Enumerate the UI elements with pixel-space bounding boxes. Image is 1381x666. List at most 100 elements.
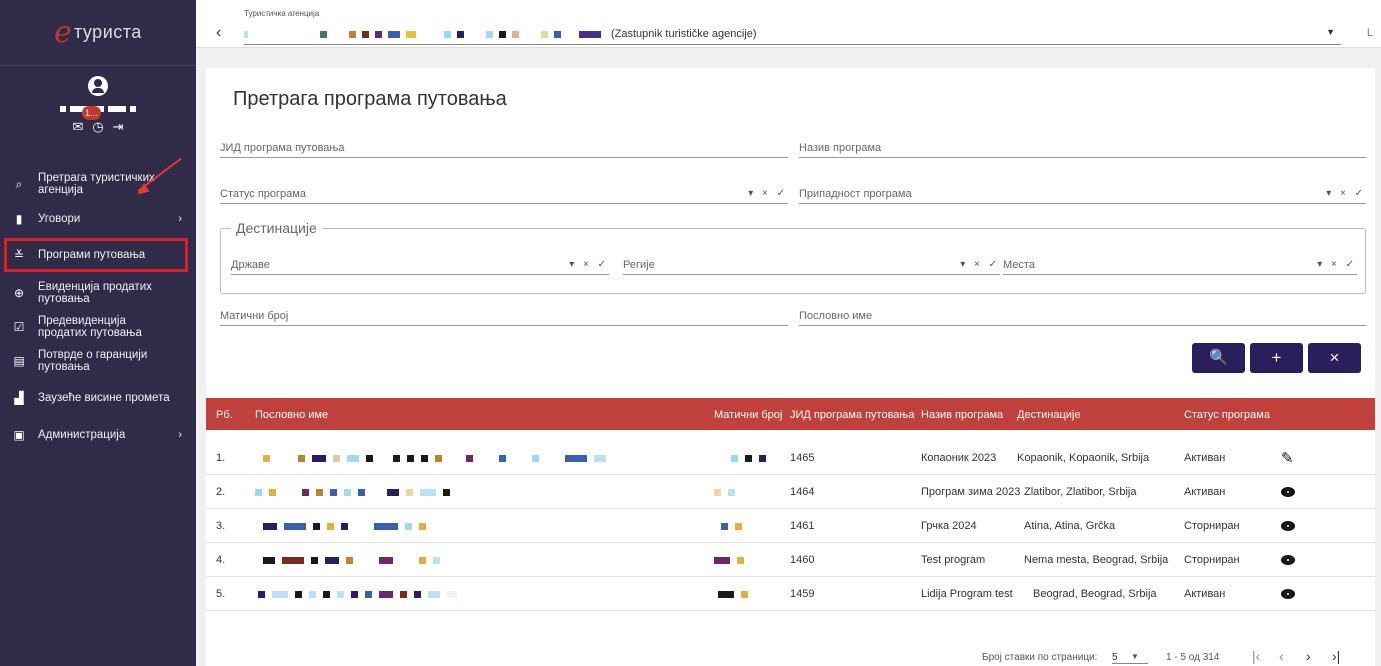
- jid-cell: 1464: [790, 486, 815, 498]
- col-header-status[interactable]: Статус програма: [1184, 409, 1270, 421]
- page-title: Претрага програма путовања: [233, 88, 507, 110]
- col-header-business-name[interactable]: Пословно име: [255, 409, 328, 421]
- select-controls[interactable]: ▾ × ✓: [1317, 259, 1357, 270]
- table-row[interactable]: 1. 1465 Копаоник 2023 Kopaonik, Kopaonik…: [206, 441, 1375, 475]
- row-number: 1.: [216, 452, 226, 464]
- ledger-icon: ⊕: [13, 286, 25, 300]
- countries-select[interactable]: Државе ▾ × ✓: [231, 253, 609, 275]
- add-button[interactable]: +: [1250, 343, 1303, 373]
- checkbox-icon: ☑: [13, 320, 25, 334]
- status-select-label: Статус програма: [220, 188, 306, 200]
- business-name-redacted: [263, 455, 606, 462]
- status-cell: Сторниран: [1184, 520, 1240, 532]
- user-panel: 1... ✉ ◷ ⇥: [0, 66, 196, 158]
- sidebar-item-travel-programs[interactable]: ≚ Програми путовања: [4, 238, 188, 272]
- sidebar-item-contracts[interactable]: ▮ Уговори ›: [0, 204, 196, 234]
- prev-page-icon[interactable]: ‹: [1279, 648, 1284, 664]
- logo[interactable]: e туриста: [0, 0, 196, 66]
- agency-role: (Zastupnik turističke agencije): [611, 28, 757, 40]
- jid-cell: 1460: [790, 554, 815, 566]
- business-name-redacted: [263, 523, 426, 530]
- view-eye-icon[interactable]: [1281, 487, 1295, 497]
- sidebar: e туриста 1... ✉ ◷ ⇥ ⌕ Претрага туристич…: [0, 0, 196, 666]
- status-cell: Сторниран: [1184, 554, 1240, 566]
- sidebar-item-label: Програми путовања: [38, 249, 146, 261]
- jid-field[interactable]: ЈИД програма путовања: [220, 136, 788, 158]
- logout-icon[interactable]: ⇥: [110, 120, 126, 134]
- last-page-icon[interactable]: ›|: [1332, 648, 1340, 664]
- sidebar-item-sold-trips[interactable]: ⊕ Евиденција продатих путовања: [0, 276, 196, 310]
- view-eye-icon[interactable]: [1281, 521, 1295, 531]
- notification-badge: 1...: [82, 106, 101, 120]
- table-row[interactable]: 2. 1464 Програм зима 2023 Zlatibor, Zlat…: [206, 475, 1375, 509]
- logo-mark: e: [54, 15, 72, 50]
- reg-number-redacted: [714, 557, 744, 564]
- history-icon[interactable]: ◷: [90, 120, 106, 134]
- business-name-redacted: [263, 557, 440, 564]
- countries-label: Државе: [231, 259, 270, 271]
- per-page-select[interactable]: 5: [1112, 652, 1148, 664]
- places-label: Места: [1003, 259, 1035, 271]
- main-panel: Претрага програма путовања ЈИД програма …: [206, 68, 1375, 666]
- destinations-cell: Beograd, Beograd, Srbija: [1033, 588, 1157, 600]
- clear-button[interactable]: ×: [1308, 343, 1361, 373]
- sidebar-item-label: Предевиденција продатих путовања: [38, 315, 142, 339]
- col-header-program-name[interactable]: Назив програма: [921, 409, 1003, 421]
- jid-field-label: ЈИД програма путовања: [220, 142, 345, 154]
- dropdown-arrow-icon[interactable]: ▼: [1326, 27, 1335, 37]
- chevron-left-icon[interactable]: ‹: [216, 24, 221, 42]
- jid-cell: 1465: [790, 452, 815, 464]
- chevron-right-icon: ›: [178, 213, 182, 225]
- program-name-cell: Грчка 2024: [921, 520, 977, 532]
- business-name-field[interactable]: Пословно име: [799, 304, 1366, 326]
- select-controls[interactable]: ▾ × ✓: [748, 188, 788, 199]
- status-select[interactable]: Статус програма ▾ × ✓: [220, 182, 788, 204]
- destinations-cell: Atina, Atina, Grčka: [1024, 520, 1116, 532]
- col-header-reg-number[interactable]: Матични број: [714, 409, 782, 421]
- sidebar-item-administration[interactable]: ▣ Администрација ›: [0, 418, 196, 452]
- col-header-jid[interactable]: ЈИД програма путовања: [790, 409, 914, 421]
- next-page-icon[interactable]: ›: [1306, 648, 1311, 664]
- per-page-label: Број ставки по страници:: [982, 652, 1098, 663]
- certificate-icon: ▤: [13, 354, 25, 368]
- program-name-cell: Копаоник 2023: [921, 452, 997, 464]
- select-controls[interactable]: ▾ × ✓: [960, 259, 1000, 270]
- search-button[interactable]: 🔍: [1192, 343, 1245, 373]
- places-select[interactable]: Места ▾ × ✓: [1003, 253, 1357, 275]
- dropdown-arrow-icon[interactable]: ▼: [1131, 652, 1139, 661]
- account-circle-icon[interactable]: [88, 76, 108, 96]
- registration-number-field[interactable]: Матични број: [220, 304, 788, 326]
- col-header-destinations[interactable]: Дестинације: [1017, 409, 1080, 421]
- sidebar-item-pre-records[interactable]: ☑ Предевиденција продатих путовања: [0, 310, 196, 344]
- destinations-legend: Дестинације: [231, 220, 322, 236]
- sidebar-item-label: Потврде о гаранцији путовања: [38, 349, 148, 373]
- view-eye-icon[interactable]: [1281, 589, 1295, 599]
- sidebar-item-guarantees[interactable]: ▤ Потврде о гаранцији путовања: [0, 344, 196, 378]
- edit-pencil-icon[interactable]: ✎: [1281, 449, 1294, 467]
- mail-icon[interactable]: ✉: [70, 120, 86, 134]
- jid-cell: 1459: [790, 588, 815, 600]
- logo-text: туриста: [73, 22, 142, 42]
- program-name-label: Назив програма: [799, 142, 882, 154]
- select-controls[interactable]: ▾ × ✓: [1326, 188, 1366, 199]
- business-name-redacted: [255, 489, 450, 496]
- program-name-field[interactable]: Назив програма: [799, 136, 1366, 158]
- top-bar: ‹ Туристичка агенција (Zastupnik turisti…: [196, 0, 1381, 48]
- language-switch[interactable]: L: [1367, 27, 1373, 39]
- status-cell: Активан: [1184, 486, 1226, 498]
- table-row[interactable]: 4. 1460 Test program Nema mesta, Beograd…: [206, 543, 1375, 577]
- select-controls[interactable]: ▾ × ✓: [569, 259, 609, 270]
- chevron-right-icon: ›: [178, 429, 182, 441]
- destinations-group: Дестинације Државе ▾ × ✓ Регије ▾ × ✓ Ме…: [220, 220, 1366, 294]
- registration-number-label: Матични број: [220, 310, 289, 322]
- table-row[interactable]: 5. 1459 Lidija Program test Beograd, Beo…: [206, 577, 1375, 611]
- page-range: 1 - 5 од 314: [1166, 652, 1220, 663]
- table-row[interactable]: 3. 1461 Грчка 2024 Atina, Atina, Grčka С…: [206, 509, 1375, 543]
- belonging-select[interactable]: Припадност програма ▾ × ✓: [799, 182, 1366, 204]
- sidebar-item-turnover[interactable]: ▟ Заузеће висине промета: [0, 378, 196, 418]
- reg-number-redacted: [731, 455, 766, 462]
- regions-select[interactable]: Регије ▾ × ✓: [623, 253, 1000, 275]
- view-eye-icon[interactable]: [1281, 555, 1295, 565]
- agency-select[interactable]: (Zastupnik turističke agencije): [244, 28, 757, 40]
- first-page-icon[interactable]: |‹: [1252, 648, 1260, 664]
